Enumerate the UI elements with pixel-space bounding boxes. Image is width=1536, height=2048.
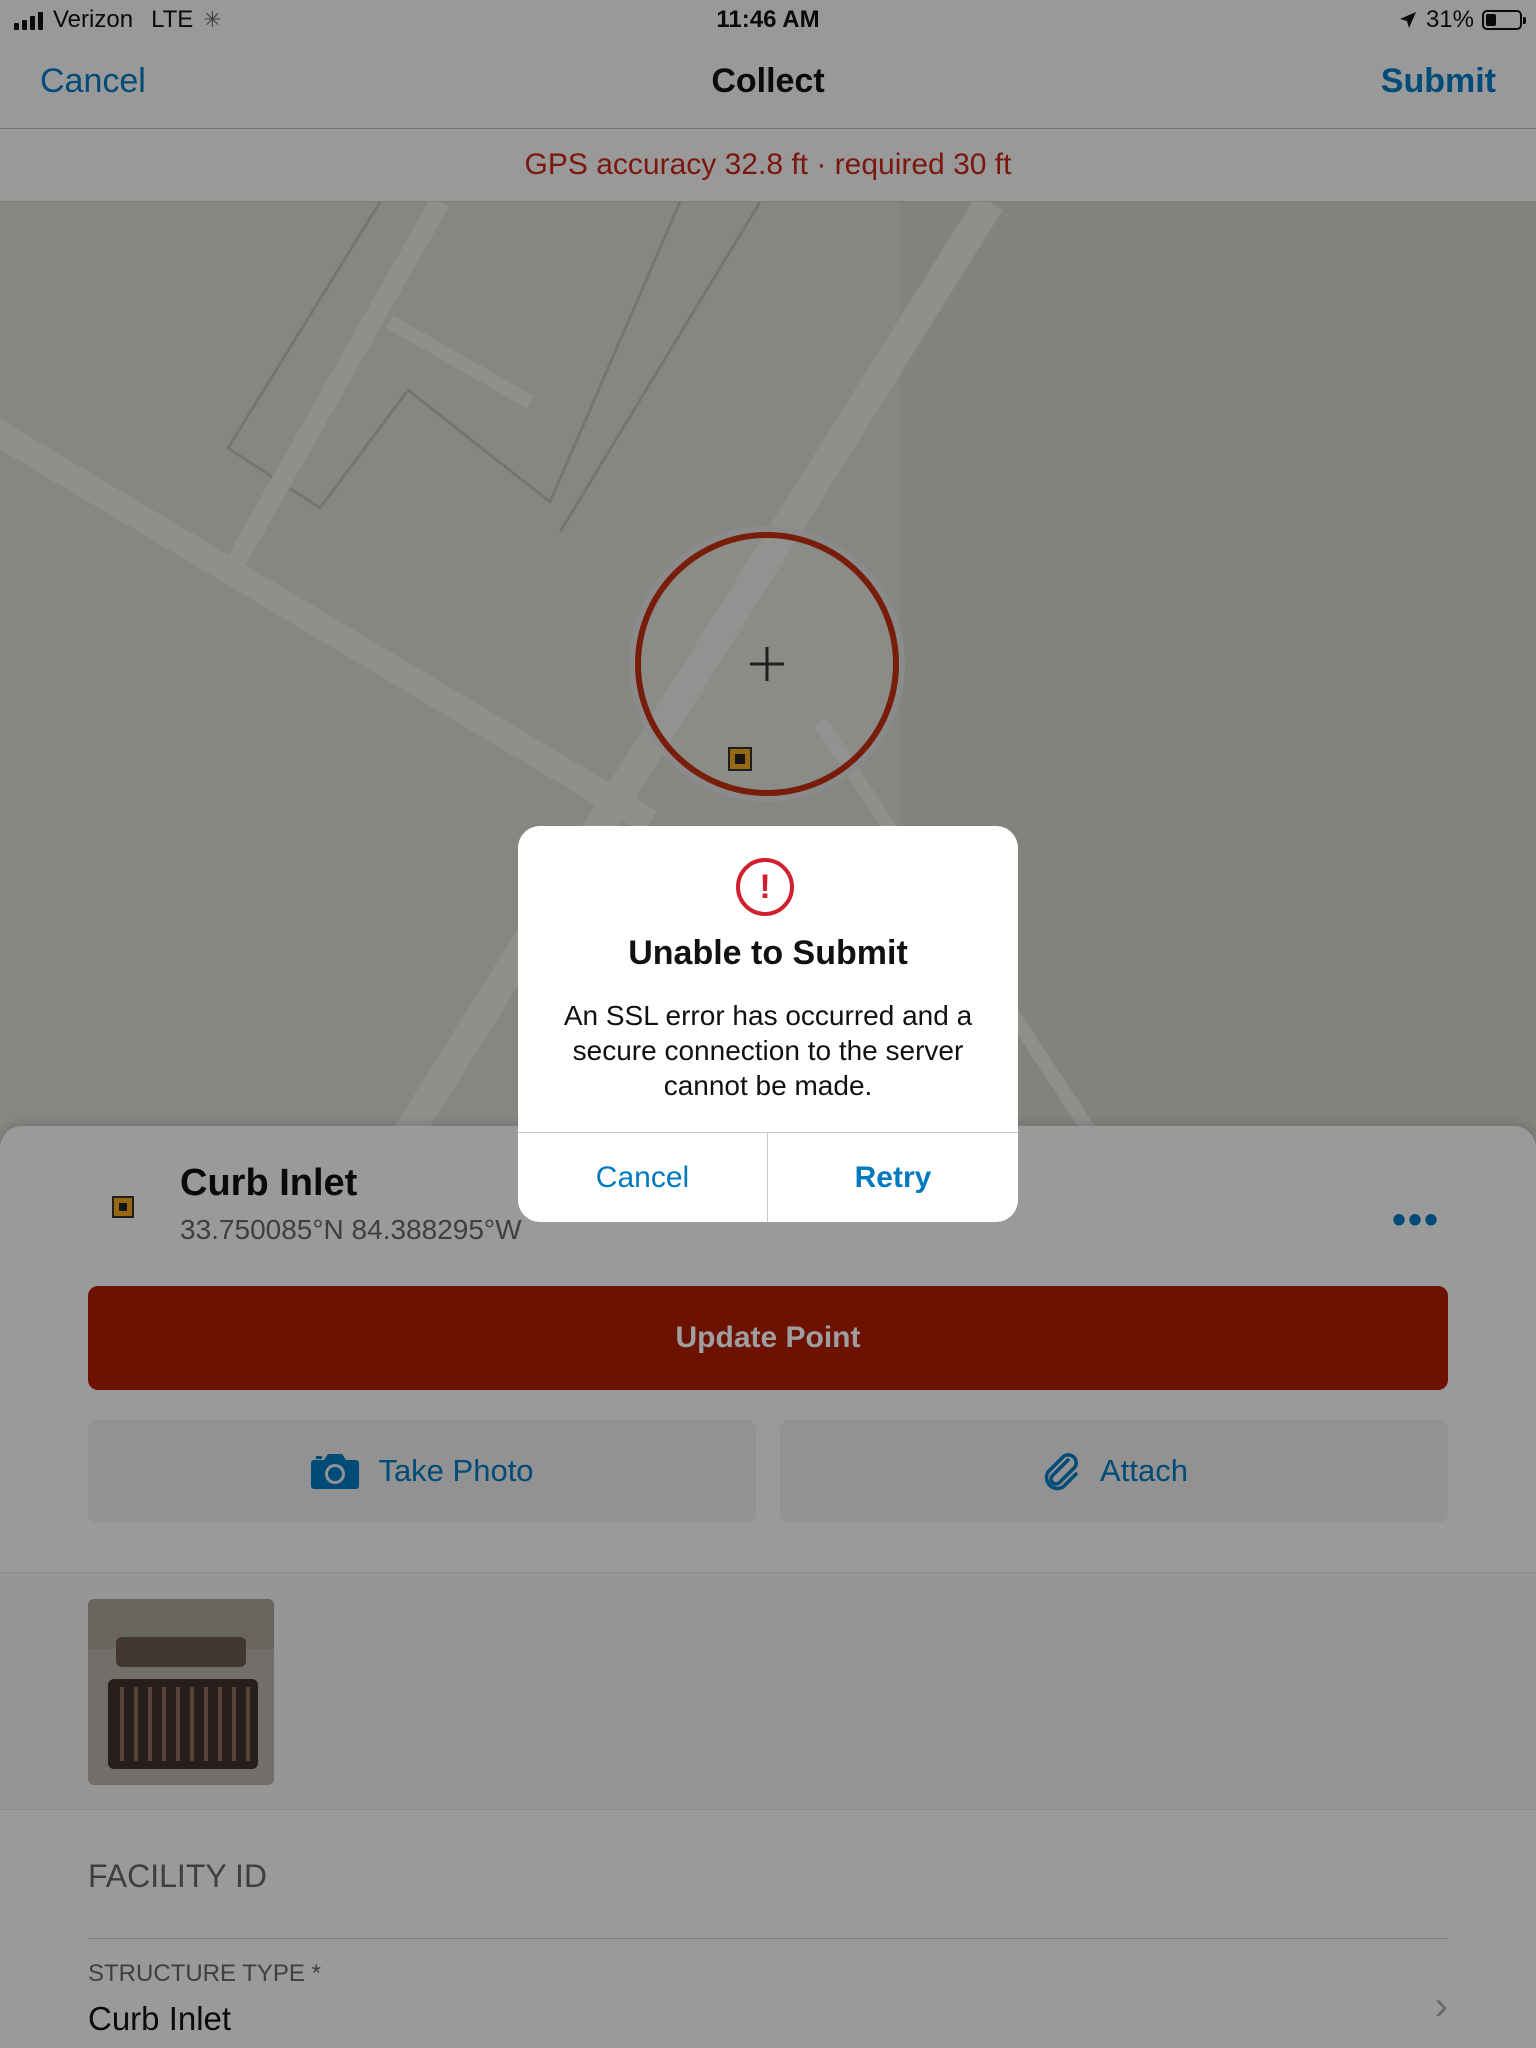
dialog-message: An SSL error has occurred and a secure c…: [563, 1000, 973, 1101]
error-dialog: ! Unable to Submit An SSL error has occu…: [518, 826, 1018, 1222]
dialog-retry-button[interactable]: Retry: [768, 1133, 1018, 1222]
dialog-title: Unable to Submit: [628, 934, 908, 972]
alert-icon: !: [736, 858, 794, 916]
dialog-cancel-button[interactable]: Cancel: [518, 1133, 767, 1222]
